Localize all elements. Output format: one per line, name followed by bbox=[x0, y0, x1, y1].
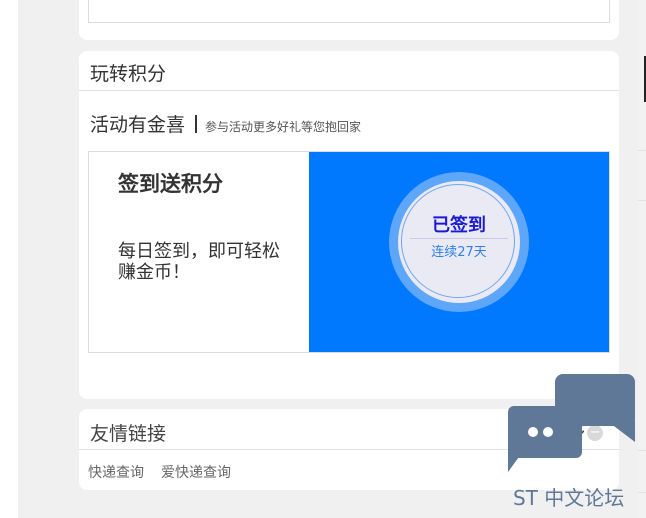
chat-dot bbox=[543, 427, 553, 437]
signin-card[interactable]: 签到送积分 每日签到，即可轻松赚金币！ 已签到 连续27天 bbox=[88, 151, 610, 353]
previous-panel-box bbox=[88, 0, 610, 23]
previous-panel bbox=[79, 0, 619, 40]
signin-badge[interactable]: 已签到 连续27天 bbox=[389, 172, 529, 312]
signin-heading: 签到送积分 bbox=[118, 172, 223, 196]
friend-link-item[interactable]: 快递查询 bbox=[88, 462, 144, 482]
right-divider bbox=[638, 150, 646, 151]
friend-link-item[interactable]: 爱快递查询 bbox=[161, 462, 231, 482]
points-panel-title: 玩转积分 bbox=[90, 63, 167, 85]
signin-status: 已签到 bbox=[432, 215, 486, 236]
signin-status-area: 已签到 连续27天 bbox=[309, 152, 609, 352]
right-divider bbox=[638, 450, 646, 451]
minus-circle-icon: − bbox=[587, 424, 604, 441]
right-divider bbox=[638, 492, 646, 493]
chat-bubble-front-tail bbox=[508, 450, 524, 472]
right-divider bbox=[638, 200, 646, 201]
chat-dot bbox=[528, 427, 538, 437]
signin-streak: 连续27天 bbox=[431, 245, 487, 260]
signin-description: 每日签到，即可轻松赚金币！ bbox=[118, 241, 280, 283]
activity-separator bbox=[195, 115, 198, 133]
points-panel: 玩转积分 活动有金喜 参与活动更多好礼等您抱回家 签到送积分 每日签到，即可轻松赚… bbox=[79, 51, 619, 399]
activity-header: 活动有金喜 参与活动更多好礼等您抱回家 bbox=[90, 110, 361, 137]
activity-subtitle: 参与活动更多好礼等您抱回家 bbox=[205, 120, 362, 134]
panel-divider bbox=[79, 90, 619, 91]
chat-bubble-back-tail bbox=[606, 420, 635, 442]
friend-links-title: 友情链接 bbox=[90, 423, 167, 445]
signin-card-info: 签到送积分 每日签到，即可轻松赚金币！ bbox=[89, 152, 309, 352]
activity-title: 活动有金喜 bbox=[90, 114, 186, 136]
signin-badge-inner: 已签到 连续27天 bbox=[398, 181, 520, 303]
forum-badge-label: ST 中文论坛 bbox=[513, 486, 625, 510]
signin-badge-divider bbox=[410, 238, 508, 239]
